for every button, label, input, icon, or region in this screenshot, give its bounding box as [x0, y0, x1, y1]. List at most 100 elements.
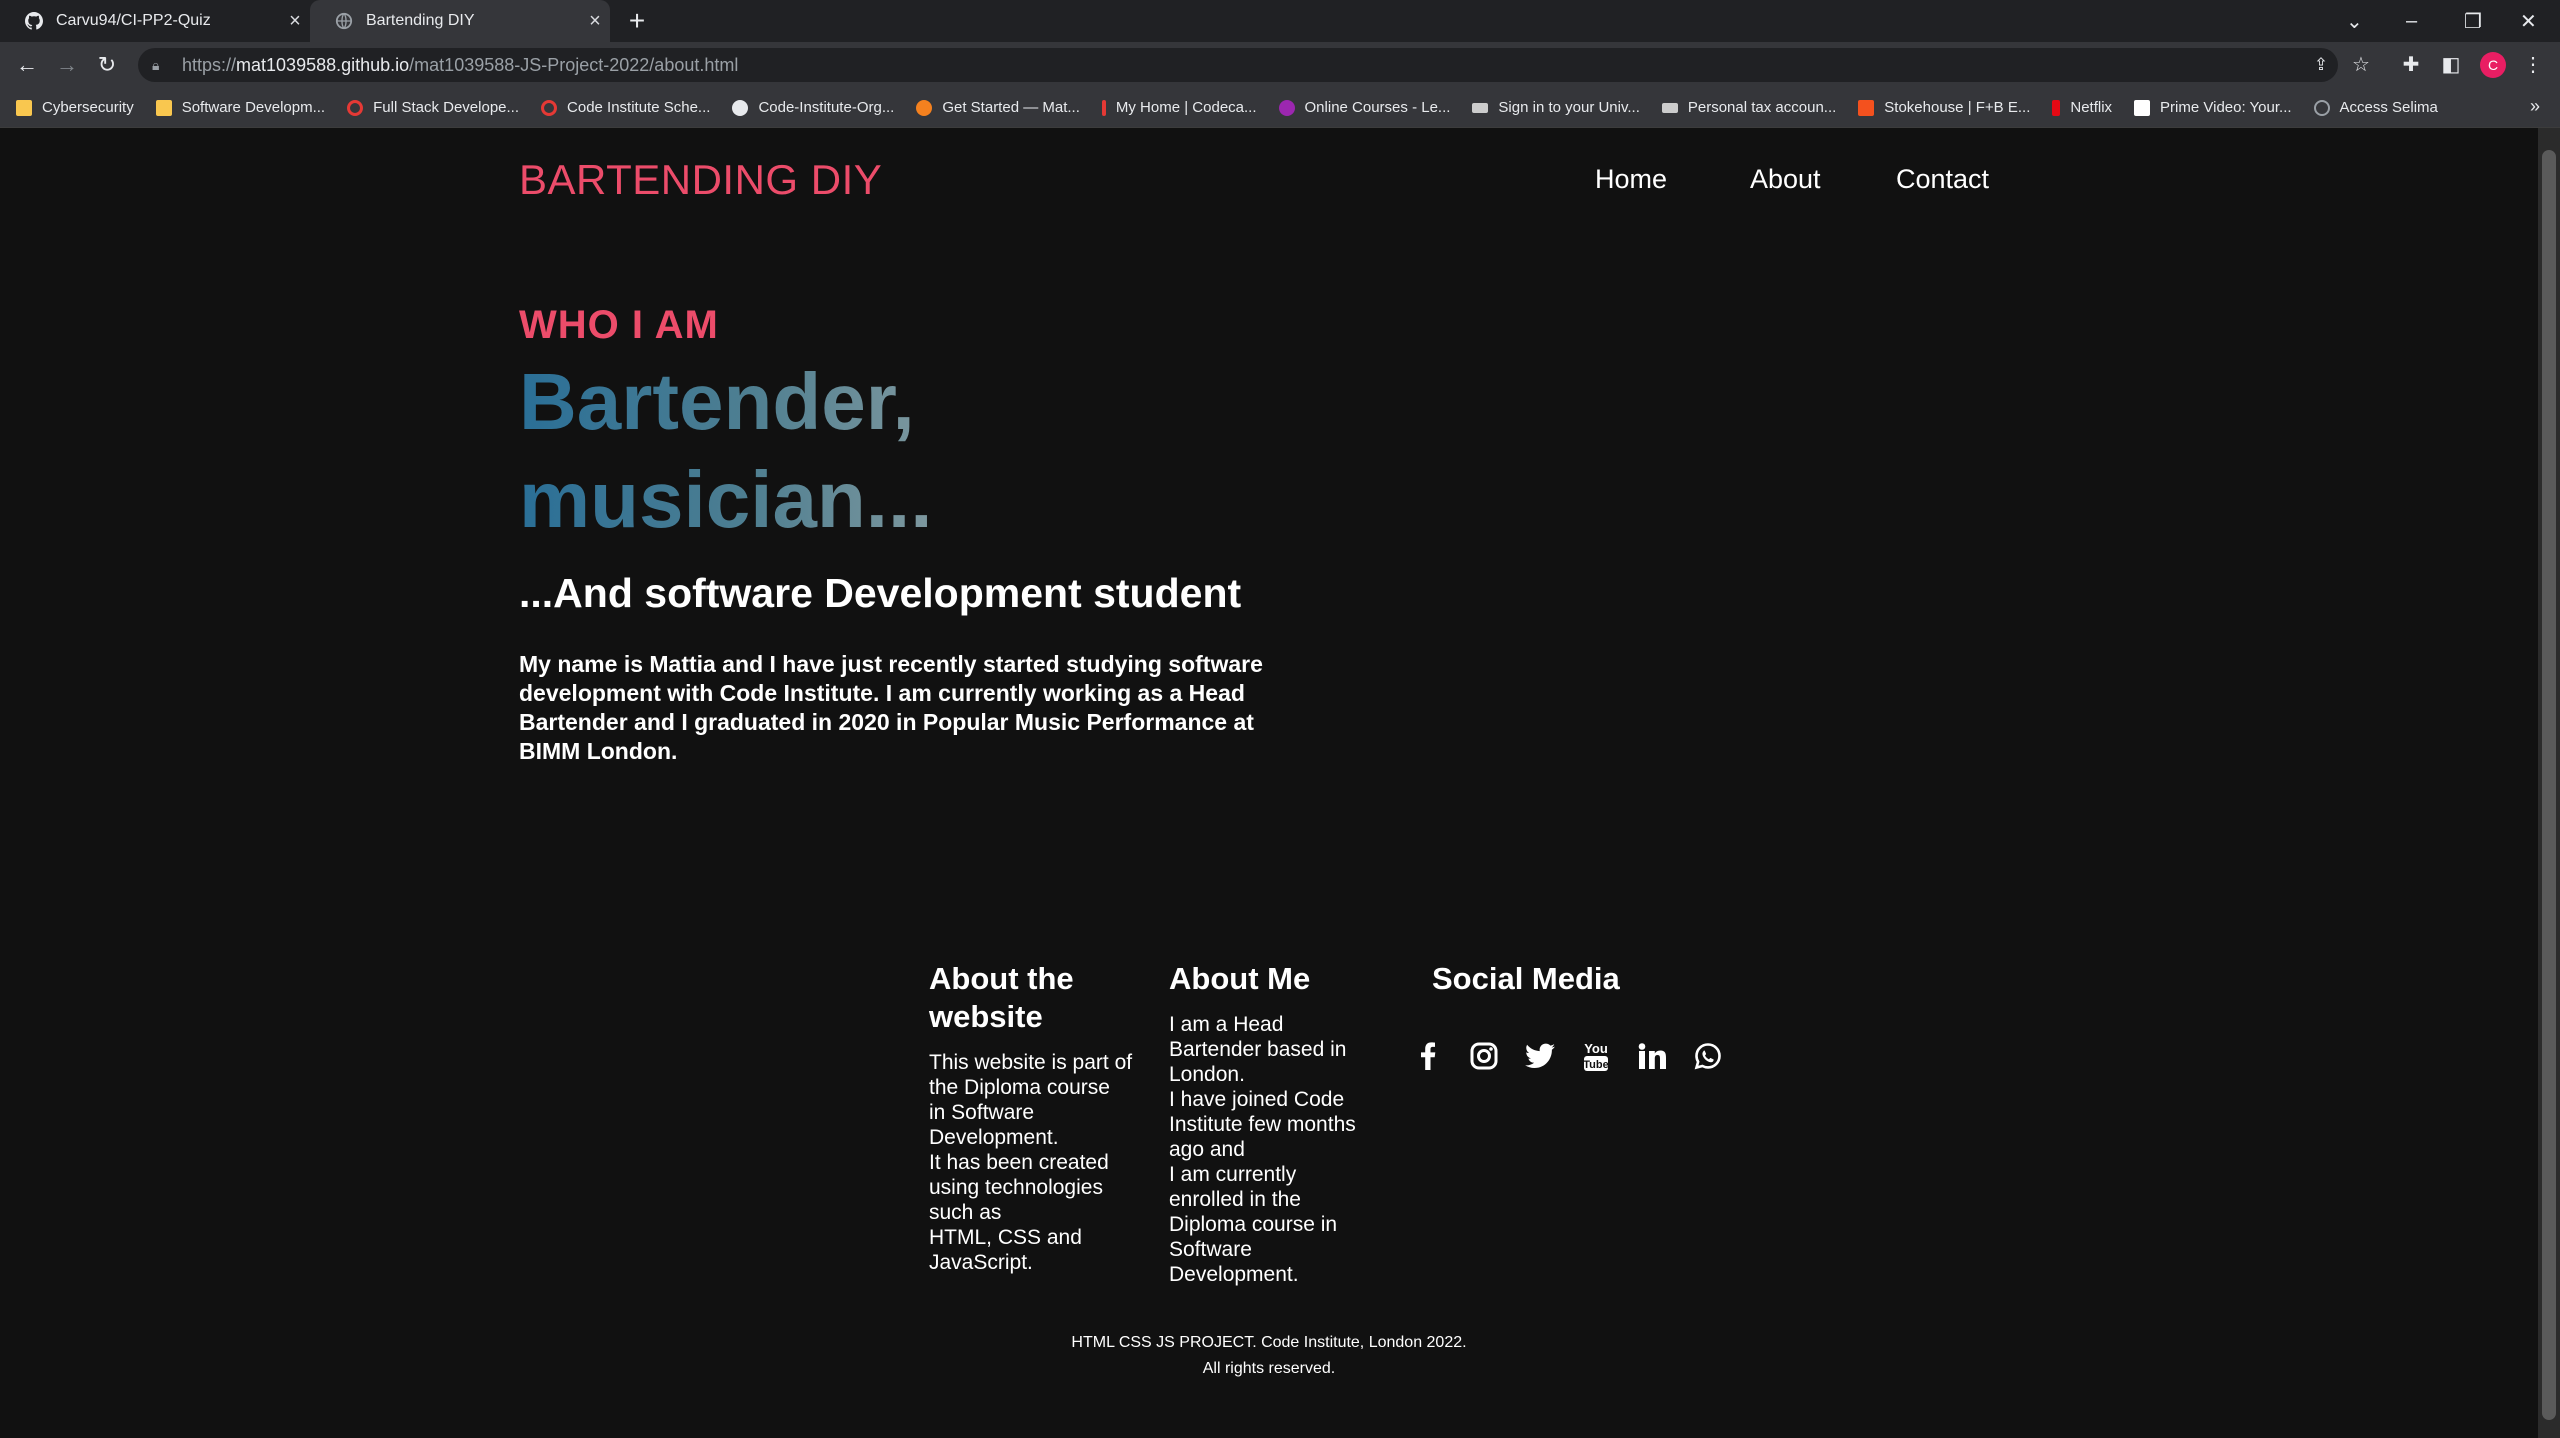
close-icon[interactable]: ×: [280, 10, 310, 33]
svg-text:You: You: [1584, 1041, 1608, 1056]
headline: Bartender, musician...: [519, 353, 1039, 549]
url-protocol: https://: [182, 54, 237, 75]
social-icons: You Tube: [1400, 1036, 1736, 1076]
scrollbar-thumb[interactable]: [2542, 150, 2556, 1420]
nav-home[interactable]: Home: [1595, 164, 1667, 195]
bookmark-label: Online Courses - Le...: [1304, 99, 1451, 116]
svg-text:Tube: Tube: [1583, 1059, 1608, 1071]
subheading: ...And software Development student: [519, 570, 1242, 616]
bookmark-item[interactable]: My Home | Codeca...: [1101, 99, 1257, 116]
crown-icon: [1661, 102, 1678, 113]
nav-about[interactable]: About: [1750, 164, 1821, 195]
crown-icon: [1472, 102, 1489, 113]
bookmark-label: Software Developm...: [181, 99, 326, 116]
bookmark-favicon-icon: [1858, 99, 1875, 116]
bookmark-item[interactable]: Prime Video: Your...: [2134, 99, 2292, 116]
bookmark-favicon-icon: [1101, 99, 1106, 116]
bookmark-item[interactable]: Netflix: [2052, 99, 2112, 116]
share-icon[interactable]: ⇪: [2308, 52, 2334, 78]
headline-line: musician...: [519, 455, 933, 544]
footer-heading: About Me: [1169, 961, 1311, 996]
bookmark-item[interactable]: Online Courses - Le...: [1278, 99, 1451, 116]
bookmark-item[interactable]: Code-Institute-Org...: [732, 99, 894, 116]
reload-button[interactable]: ↻: [92, 50, 122, 80]
lock-icon: 🔒︎: [152, 56, 160, 73]
side-panel-icon[interactable]: ◧: [2438, 52, 2464, 78]
bookmark-label: Stokehouse | F+B E...: [1884, 99, 2031, 116]
copyright-line: HTML CSS JS PROJECT. Code Institute, Lon…: [1071, 1334, 1467, 1351]
bookmark-label: Access Selima: [2339, 99, 2438, 116]
avatar[interactable]: C: [2480, 52, 2506, 78]
tab-search-icon[interactable]: ⌄: [2346, 0, 2363, 42]
bookmark-label: Sign in to your Univ...: [1498, 99, 1640, 116]
headline-line: Bartender,: [519, 357, 915, 446]
copyright: HTML CSS JS PROJECT. Code Institute, Lon…: [0, 1330, 2538, 1382]
netflix-icon: [2052, 99, 2061, 116]
bookmark-favicon-icon: [916, 99, 933, 116]
back-button[interactable]: ←: [12, 50, 42, 80]
new-tab-button[interactable]: +: [620, 4, 654, 38]
bookmark-label: Netflix: [2070, 99, 2113, 116]
extensions-icon[interactable]: ✚: [2398, 52, 2424, 78]
site-logo[interactable]: BARTENDING DIY: [519, 156, 882, 204]
tab-strip: Carvu94/CI-PP2-Quiz × Bartending DIY × +…: [0, 0, 2560, 42]
whatsapp-icon[interactable]: [1680, 1036, 1736, 1076]
facebook-icon[interactable]: [1400, 1036, 1456, 1076]
bookmark-item[interactable]: Software Developm...: [155, 99, 326, 116]
bookmark-item[interactable]: Cybersecurity: [16, 99, 134, 116]
star-icon[interactable]: ☆: [2348, 52, 2374, 78]
tab-label: Carvu94/CI-PP2-Quiz: [56, 12, 211, 29]
bookmark-label: Cybersecurity: [42, 99, 134, 116]
bookmark-label: Full Stack Develope...: [373, 99, 520, 116]
bookmark-label: Code Institute Sche...: [567, 99, 711, 116]
close-icon[interactable]: ×: [580, 10, 610, 33]
footer-heading: About the website: [929, 961, 1074, 1034]
bookmark-item[interactable]: Get Started — Mat...: [916, 99, 1080, 116]
menu-icon[interactable]: ⋮: [2520, 52, 2546, 78]
folder-icon: [155, 99, 172, 116]
tab-github[interactable]: Carvu94/CI-PP2-Quiz ×: [0, 0, 310, 42]
url-host: mat1039588.github.io: [236, 54, 410, 75]
minimize-button[interactable]: –: [2406, 0, 2417, 42]
bookmark-favicon-icon: [1278, 99, 1295, 116]
youtube-icon[interactable]: You Tube: [1568, 1036, 1624, 1076]
footer-heading: Social Media: [1432, 961, 1620, 996]
bookmark-item[interactable]: Sign in to your Univ...: [1472, 99, 1640, 116]
address-bar[interactable]: 🔒︎ https://mat1039588.github.io/mat10395…: [138, 48, 2338, 82]
close-window-button[interactable]: ✕: [2520, 0, 2537, 42]
globe-icon: [2313, 99, 2330, 116]
chevron-right-icon[interactable]: »: [2530, 96, 2540, 117]
instagram-icon[interactable]: [1456, 1036, 1512, 1076]
page: BARTENDING DIY Home About Contact WHO I …: [0, 128, 2538, 1438]
footer-text: This website is part of the Diploma cour…: [929, 1051, 1133, 1274]
bookmarks-bar: Cybersecurity Software Developm... Full …: [0, 88, 2560, 128]
tab-label: Bartending DIY: [366, 12, 475, 29]
section-label: WHO I AM: [519, 303, 719, 347]
forward-button[interactable]: →: [52, 50, 82, 80]
bookmark-label: Personal tax accoun...: [1687, 99, 1837, 116]
bookmark-item[interactable]: Stokehouse | F+B E...: [1858, 99, 2030, 116]
twitter-icon[interactable]: [1512, 1036, 1568, 1076]
bookmark-item[interactable]: Full Stack Develope...: [347, 99, 519, 116]
bookmark-item[interactable]: Personal tax accoun...: [1661, 99, 1837, 116]
nav-contact[interactable]: Contact: [1896, 164, 1989, 195]
intro-paragraph: My name is Mattia and I have just recent…: [519, 651, 1263, 764]
bookmark-label: Prime Video: Your...: [2160, 99, 2292, 116]
browser-toolbar: ← → ↻ 🔒︎ https://mat1039588.github.io/ma…: [0, 42, 2560, 88]
github-icon: [24, 11, 44, 31]
bookmark-favicon-icon: [347, 99, 364, 116]
bookmark-label: My Home | Codeca...: [1115, 99, 1257, 116]
linkedin-icon[interactable]: [1624, 1036, 1680, 1076]
footer-about-me: About Me I am a Head Bartender based in …: [1169, 960, 1389, 1287]
scrollbar[interactable]: [2538, 128, 2560, 1438]
bookmark-label: Get Started — Mat...: [942, 99, 1080, 116]
globe-icon: [334, 11, 354, 31]
bookmark-item[interactable]: Code Institute Sche...: [541, 99, 710, 116]
bookmark-favicon-icon: [541, 99, 558, 116]
bookmark-item[interactable]: Access Selima: [2313, 99, 2438, 116]
footer-social: Social Media: [1432, 960, 1692, 1012]
github-icon: [732, 99, 749, 116]
bookmark-label: Code-Institute-Org...: [758, 99, 895, 116]
restore-button[interactable]: ❐: [2464, 0, 2482, 42]
tab-bartending-diy[interactable]: Bartending DIY ×: [310, 0, 610, 42]
